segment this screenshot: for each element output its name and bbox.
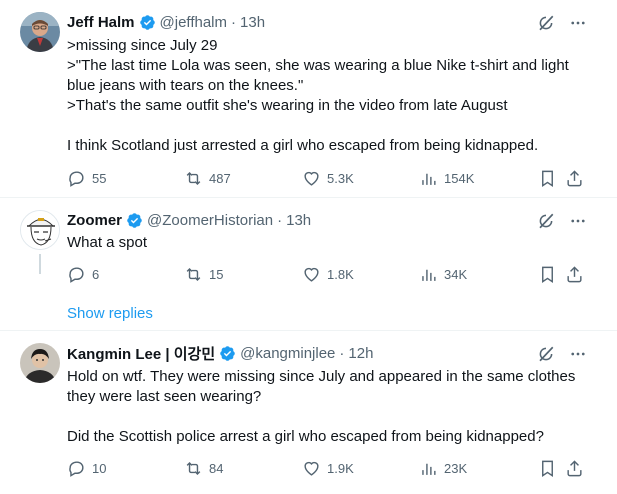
like-count: 1.8K xyxy=(327,267,354,282)
views-icon xyxy=(422,173,436,185)
author-name[interactable]: Kangmin Lee | 이강민 xyxy=(67,343,215,364)
separator-dot: · xyxy=(277,211,283,229)
tweet-line xyxy=(67,407,597,427)
views-count: 154K xyxy=(444,171,475,186)
retweet-button[interactable]: 15 xyxy=(184,265,223,284)
like-button[interactable]: 1.9K xyxy=(302,459,354,478)
tweet-top-actions xyxy=(537,212,587,230)
retweet-button[interactable]: 487 xyxy=(184,169,231,188)
views-button[interactable]: 34K xyxy=(419,265,467,284)
like-icon xyxy=(304,461,319,476)
tweet-text: What a spot xyxy=(67,233,597,253)
tweet-text: Hold on wtf. They were missing since Jul… xyxy=(67,367,597,447)
separator-dot: · xyxy=(231,13,237,31)
bookmark-button[interactable] xyxy=(538,265,557,284)
more-icon[interactable] xyxy=(569,14,587,32)
author-name[interactable]: Zoomer xyxy=(67,212,122,229)
share-icon xyxy=(567,170,582,187)
share-button[interactable] xyxy=(565,459,584,478)
tweet-line xyxy=(67,116,597,136)
reply-count: 6 xyxy=(92,267,100,282)
verified-badge-icon xyxy=(220,345,235,361)
tweet-header: Kangmin Lee | 이강민 @kangminjlee · 12h xyxy=(67,343,373,363)
retweet-button[interactable]: 84 xyxy=(184,459,223,478)
retweet-count: 15 xyxy=(209,267,224,282)
reply-button[interactable]: 6 xyxy=(67,265,99,284)
tweet-text: >missing since July 29 >"The last time L… xyxy=(67,36,597,156)
tweet-line: >That's the same outfit she's wearing in… xyxy=(67,97,508,114)
action-bar: 10 84 1.9K 23K xyxy=(67,459,615,479)
action-bar: 55 487 5.3K 154K xyxy=(67,169,615,189)
reply-icon xyxy=(69,267,84,283)
tweet-jeff-halm[interactable]: Jeff Halm @jeffhalm · 13h >missing since… xyxy=(0,0,617,204)
bookmark-button[interactable] xyxy=(538,459,557,478)
tweet-line: I think Scotland just arrested a girl wh… xyxy=(67,137,539,154)
author-handle[interactable]: @ZoomerHistorian xyxy=(147,212,273,229)
reply-count: 55 xyxy=(92,171,107,186)
author-handle[interactable]: @kangminjlee xyxy=(240,345,335,362)
avatar[interactable] xyxy=(20,210,60,250)
bookmark-button[interactable] xyxy=(538,169,557,188)
grok-icon[interactable] xyxy=(537,345,555,363)
thread-line xyxy=(39,254,41,274)
tweet-zoomer[interactable]: Zoomer @ZoomerHistorian · 13h What a spo… xyxy=(0,198,617,328)
like-count: 5.3K xyxy=(327,171,354,186)
views-count: 34K xyxy=(444,267,468,282)
share-icon xyxy=(567,460,582,477)
retweet-icon xyxy=(186,171,201,186)
views-icon xyxy=(422,463,436,475)
like-icon xyxy=(304,171,319,186)
tweet-header: Jeff Halm @jeffhalm · 13h xyxy=(67,12,265,32)
retweet-icon xyxy=(186,267,201,282)
bookmark-icon xyxy=(542,266,553,283)
tweet-line: >missing since July 29 xyxy=(67,37,218,54)
views-count: 23K xyxy=(444,461,468,476)
retweet-icon xyxy=(186,461,201,476)
tweet-top-actions xyxy=(537,14,587,32)
retweet-count: 487 xyxy=(209,171,231,186)
like-button[interactable]: 1.8K xyxy=(302,265,354,284)
action-bar: 6 15 1.8K 34K xyxy=(67,265,615,285)
share-icon xyxy=(567,266,582,283)
verified-badge-icon xyxy=(139,14,155,30)
like-count: 1.9K xyxy=(327,461,354,476)
bookmark-icon xyxy=(542,460,553,477)
show-replies-link[interactable]: Show replies xyxy=(67,305,153,322)
views-button[interactable]: 23K xyxy=(419,459,467,478)
bookmark-icon xyxy=(542,170,553,187)
retweet-count: 84 xyxy=(209,461,224,476)
tweet-kangmin-lee[interactable]: Kangmin Lee | 이강민 @kangminjlee · 12h Hol… xyxy=(0,331,617,494)
share-button[interactable] xyxy=(565,265,584,284)
grok-icon[interactable] xyxy=(537,14,555,32)
tweet-header: Zoomer @ZoomerHistorian · 13h xyxy=(67,210,311,230)
timestamp[interactable]: 12h xyxy=(348,345,373,362)
more-icon[interactable] xyxy=(569,345,587,363)
timestamp[interactable]: 13h xyxy=(286,212,311,229)
views-button[interactable]: 154K xyxy=(419,169,474,188)
more-icon[interactable] xyxy=(569,212,587,230)
share-button[interactable] xyxy=(565,169,584,188)
avatar[interactable] xyxy=(20,12,60,52)
reply-count: 10 xyxy=(92,461,107,476)
reply-button[interactable]: 10 xyxy=(67,459,106,478)
tweet-line: Did the Scottish police arrest a girl wh… xyxy=(67,428,544,445)
separator-dot: · xyxy=(339,344,345,362)
tweet-top-actions xyxy=(537,345,587,363)
views-icon xyxy=(422,269,436,281)
tweet-line: What a spot xyxy=(67,234,148,251)
author-handle[interactable]: @jeffhalm xyxy=(160,14,227,31)
verified-badge-icon xyxy=(127,212,142,228)
grok-icon[interactable] xyxy=(537,212,555,230)
author-name[interactable]: Jeff Halm xyxy=(67,14,135,31)
reply-icon xyxy=(69,171,84,187)
like-button[interactable]: 5.3K xyxy=(302,169,354,188)
tweet-line: >"The last time Lola was seen, she was w… xyxy=(67,57,569,94)
timestamp[interactable]: 13h xyxy=(240,14,265,31)
reply-icon xyxy=(69,461,84,477)
like-icon xyxy=(304,267,319,282)
avatar[interactable] xyxy=(20,343,60,383)
tweet-line: Hold on wtf. They were missing since Jul… xyxy=(67,368,576,405)
reply-button[interactable]: 55 xyxy=(67,169,106,188)
